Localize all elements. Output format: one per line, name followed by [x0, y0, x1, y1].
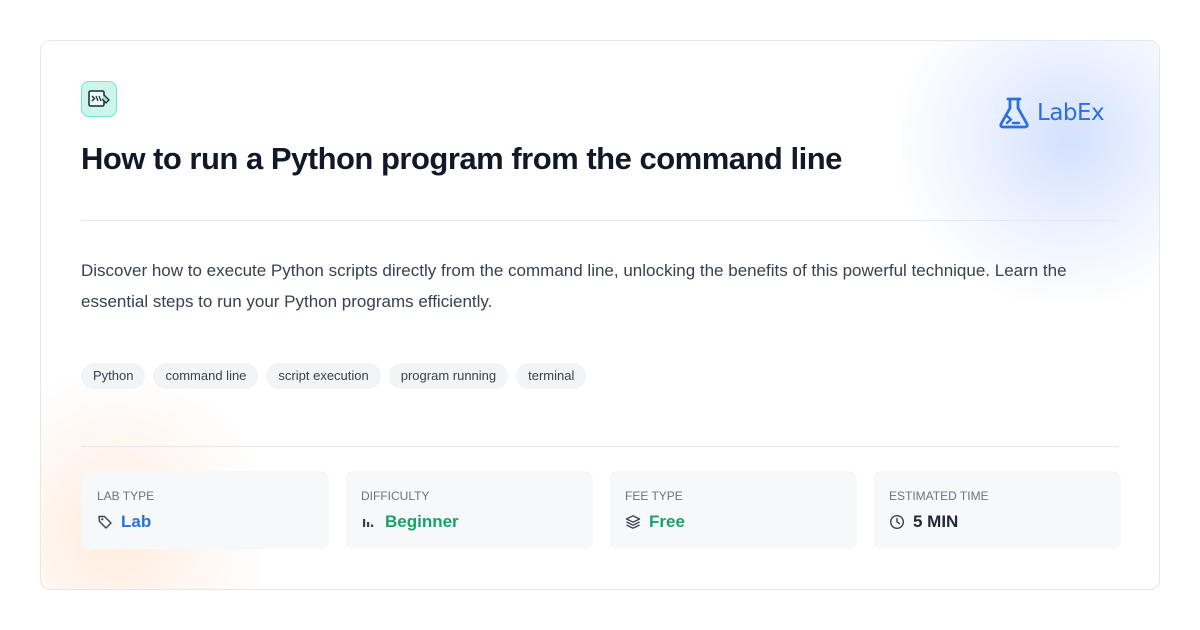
flask-terminal-icon: [999, 97, 1029, 129]
tag-program-running[interactable]: program running: [388, 363, 509, 389]
stat-fee-type: FEE TYPE Free: [609, 471, 857, 549]
stat-label: FEE TYPE: [625, 489, 683, 503]
tag-command-line[interactable]: command line: [153, 363, 259, 389]
lab-stats: LAB TYPE Lab DIFFICULTY Beginner FEE TYP…: [81, 471, 1121, 549]
stat-estimated-time: ESTIMATED TIME 5 MIN: [873, 471, 1121, 549]
stat-value: 5 MIN: [913, 512, 959, 531]
clock-icon: [889, 514, 905, 530]
stat-value: Lab: [121, 512, 152, 531]
tag-terminal[interactable]: terminal: [516, 363, 587, 389]
bar-chart-icon: [363, 519, 374, 527]
brand-name: LabEx: [1037, 100, 1105, 126]
stat-lab-type: LAB TYPE Lab: [81, 471, 329, 549]
divider-top: [81, 220, 1119, 221]
stat-label: LAB TYPE: [97, 489, 155, 503]
stat-label: DIFFICULTY: [361, 489, 430, 503]
tag-script-execution[interactable]: script execution: [266, 363, 381, 389]
tag-list: Python command line script execution pro…: [81, 363, 587, 389]
lab-card: LabEx How to run a Python program from t…: [40, 40, 1160, 590]
tag-icon: [98, 515, 112, 529]
lab-description: Discover how to execute Python scripts d…: [81, 261, 1067, 311]
stat-value: Free: [649, 512, 685, 531]
layers-icon: [625, 515, 641, 529]
divider-bottom: [81, 446, 1119, 447]
page-title: How to run a Python program from the com…: [81, 141, 842, 176]
stat-label: ESTIMATED TIME: [889, 489, 989, 503]
labex-logo[interactable]: LabEx: [997, 96, 1105, 130]
tag-python[interactable]: Python: [81, 363, 146, 389]
code-editor-icon: [81, 81, 117, 117]
stat-value: Beginner: [385, 512, 459, 531]
stat-difficulty: DIFFICULTY Beginner: [345, 471, 593, 549]
